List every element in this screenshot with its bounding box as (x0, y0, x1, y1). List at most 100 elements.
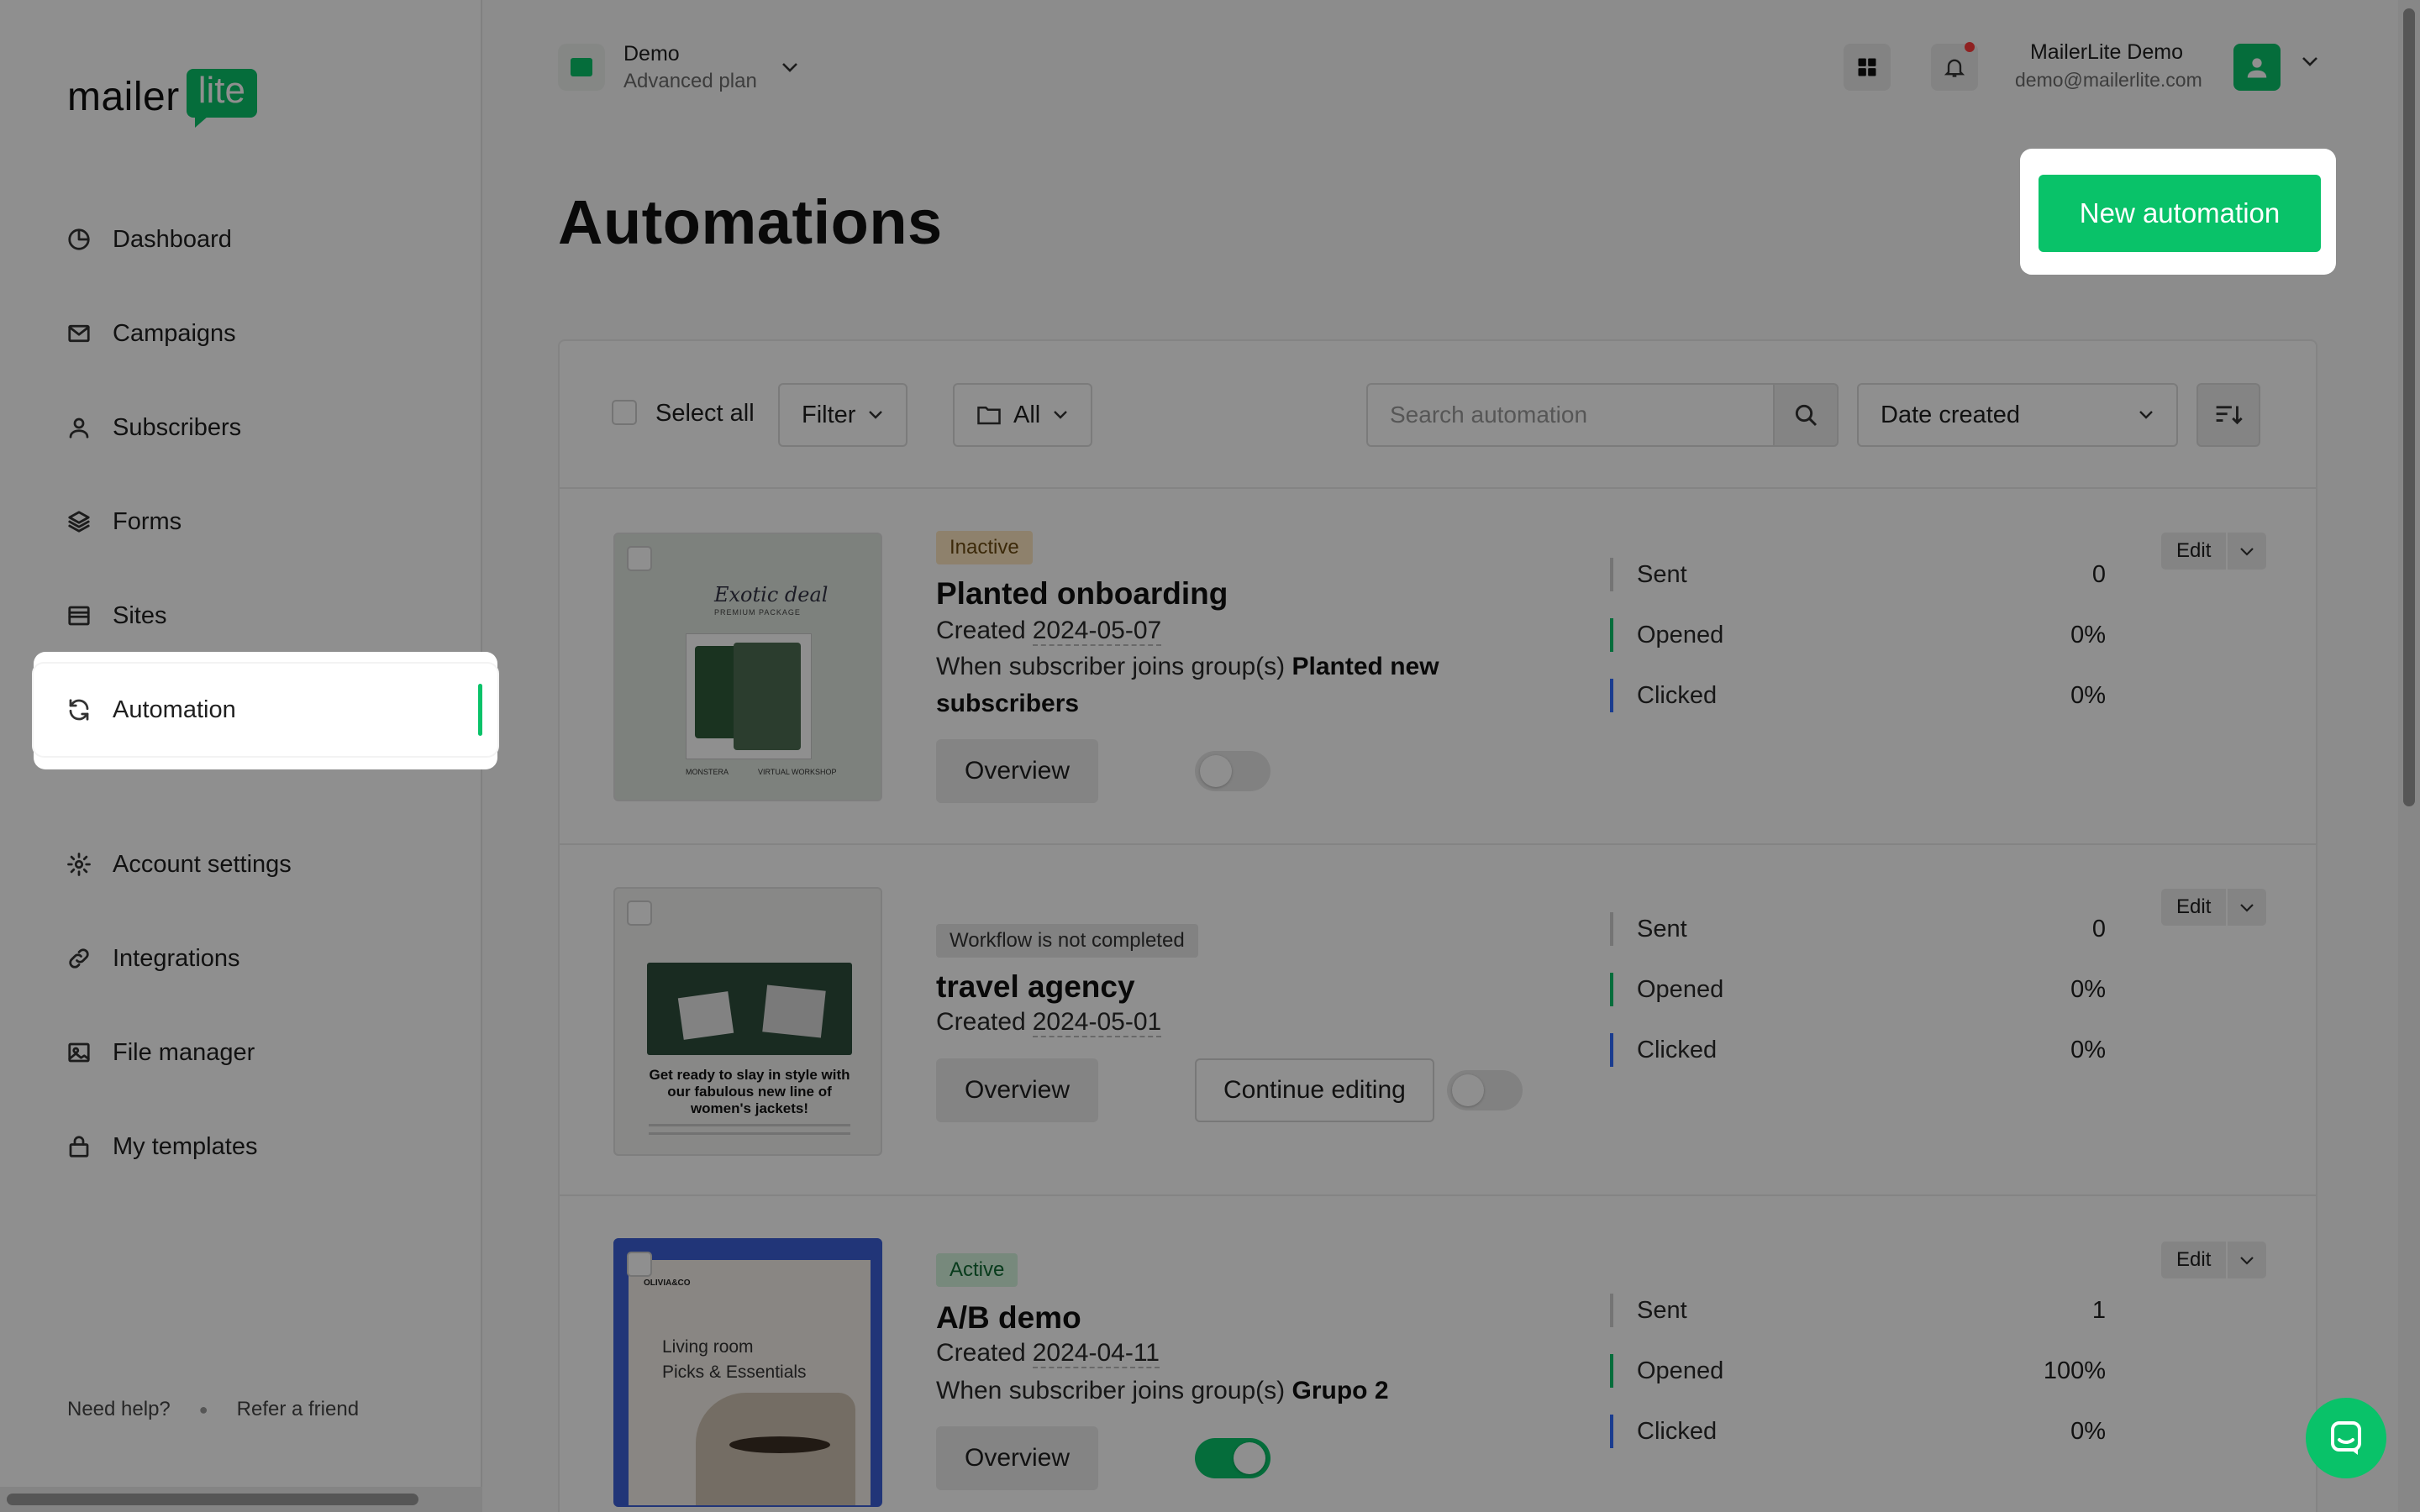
horizontal-scrollbar[interactable] (0, 1487, 482, 1512)
automation-title[interactable]: A/B demo (936, 1300, 1081, 1336)
trigger-description: When subscriber joins group(s) Grupo 2 (936, 1377, 1389, 1404)
edit-button[interactable]: Edit (2161, 533, 2227, 570)
chevron-down-icon[interactable] (2301, 55, 2319, 67)
thumb-banner (647, 963, 852, 1055)
row-checkbox[interactable] (627, 546, 652, 571)
chevron-down-icon (1054, 411, 1068, 419)
edit-menu-button[interactable] (2228, 1242, 2267, 1278)
row-checkbox[interactable] (627, 900, 652, 926)
search-button[interactable] (1773, 383, 1839, 447)
folder-icon (977, 407, 1001, 425)
automation-thumbnail[interactable]: Exotic deal PREMIUM PACKAGE MONSTERA VIR… (613, 533, 882, 801)
chevron-down-icon (2240, 547, 2254, 556)
automations-panel: Select all Filter All Date created (558, 339, 2317, 1512)
thumb-card: OLIVIA&CO Living room Picks & Essentials (629, 1260, 871, 1505)
sidebar-item-automation-highlighted[interactable]: Automation (34, 664, 497, 756)
browser-icon (66, 602, 92, 629)
logo-word: mailer (67, 75, 180, 119)
user-menu[interactable]: MailerLite Demo demo@mailerlite.com (2015, 39, 2202, 93)
edit-button-group: Edit (2161, 889, 2267, 926)
new-automation-button[interactable]: New automation (2039, 175, 2321, 252)
sidebar-item-label: Integrations (113, 944, 240, 972)
image-icon (66, 1039, 92, 1066)
edit-button-group: Edit (2161, 1242, 2267, 1278)
sidebar-item-label: File manager (113, 1038, 255, 1066)
account-switcher[interactable]: Demo Advanced plan (558, 40, 799, 94)
continue-editing-button[interactable]: Continue editing (1195, 1058, 1434, 1122)
status-badge: Workflow is not completed (936, 924, 1198, 958)
automation-thumbnail[interactable]: Get ready to slay in style with our fabu… (613, 887, 882, 1156)
sidebar-item-forms[interactable]: Forms (34, 475, 497, 568)
sidebar-item-sites[interactable]: Sites (34, 570, 497, 662)
apps-grid-button[interactable] (1844, 44, 1891, 91)
link-icon (66, 945, 92, 972)
page-title: Automations (558, 187, 943, 257)
sidebar-item-my-templates[interactable]: My templates (34, 1100, 497, 1193)
refresh-icon (66, 696, 92, 723)
automation-title[interactable]: Planted onboarding (936, 576, 1228, 612)
envelope-icon (66, 320, 92, 347)
stat-sent: Sent 0 (1610, 558, 2106, 591)
sidebar-item-label: Campaigns (113, 319, 236, 347)
chevron-down-icon (781, 62, 797, 72)
logo-badge: lite (186, 69, 257, 128)
automation-toggle[interactable] (1195, 1438, 1270, 1478)
sidebar-item-subscribers[interactable]: Subscribers (34, 381, 497, 474)
edit-menu-button[interactable] (2228, 533, 2267, 570)
sidebar-item-file-manager[interactable]: File manager (34, 1006, 497, 1099)
account-flag-icon (558, 43, 605, 91)
trigger-description: When subscriber joins group(s) Planted n… (936, 653, 1439, 717)
vertical-scrollbar[interactable] (2398, 0, 2420, 1512)
edit-button[interactable]: Edit (2161, 1242, 2227, 1278)
status-badge: Inactive (936, 531, 1033, 564)
edit-button-group: Edit (2161, 533, 2267, 570)
chat-launcher[interactable] (2306, 1398, 2386, 1478)
avatar[interactable] (2233, 44, 2281, 91)
account-plan: Advanced plan (623, 69, 757, 92)
refer-friend-link[interactable]: Refer a friend (237, 1398, 359, 1421)
automation-toggle[interactable] (1195, 751, 1270, 791)
filter-button[interactable]: Filter (778, 383, 908, 447)
gear-icon (66, 851, 92, 878)
lock-icon (66, 1133, 92, 1160)
notification-dot (1965, 42, 1975, 52)
sidebar-item-account-settings[interactable]: Account settings (34, 818, 497, 911)
folder-button[interactable]: All (953, 383, 1093, 447)
sidebar-item-campaigns[interactable]: Campaigns (34, 287, 497, 380)
sort-select[interactable]: Date created (1857, 383, 2178, 447)
stat-clicked: Clicked 0% (1610, 1033, 2106, 1067)
select-all-checkbox[interactable] (612, 400, 637, 425)
vertical-scrollbar-thumb[interactable] (2403, 8, 2415, 806)
horizontal-scrollbar-thumb[interactable] (7, 1494, 418, 1505)
overview-button[interactable]: Overview (936, 1426, 1099, 1490)
created-date: Created 2024-04-11 (936, 1339, 1160, 1368)
list-toolbar: Select all Filter All Date created (560, 341, 2316, 489)
mailerlite-logo[interactable]: mailer lite (67, 69, 257, 128)
automation-thumbnail[interactable]: OLIVIA&CO Living room Picks & Essentials (613, 1238, 882, 1507)
row-checkbox[interactable] (627, 1252, 652, 1277)
sort-direction-button[interactable] (2196, 383, 2260, 447)
chevron-down-icon (2240, 1256, 2254, 1265)
sidebar-item-integrations[interactable]: Integrations (34, 912, 497, 1005)
apps-grid-icon (1858, 58, 1876, 76)
automation-toggle[interactable] (1447, 1070, 1523, 1110)
created-date: Created 2024-05-01 (936, 1008, 1162, 1037)
automation-row: Exotic deal PREMIUM PACKAGE MONSTERA VIR… (560, 489, 2316, 845)
overview-button[interactable]: Overview (936, 739, 1099, 803)
automation-row: Get ready to slay in style with our fabu… (560, 845, 2316, 1196)
thumb-headline: Get ready to slay in style with our fabu… (649, 1067, 850, 1116)
sidebar-footer: Need help? ● Refer a friend (67, 1398, 359, 1421)
select-all-label[interactable]: Select all (655, 400, 755, 428)
search-input[interactable] (1366, 383, 1775, 447)
automation-title[interactable]: travel agency (936, 969, 1135, 1005)
sidebar-item-dashboard[interactable]: Dashboard (34, 193, 497, 286)
sidebar-item-label: Automation (113, 696, 236, 723)
sidebar-item-label: Sites (113, 601, 167, 629)
notifications-button[interactable] (1931, 42, 1978, 91)
edit-button[interactable]: Edit (2161, 889, 2227, 926)
thumb-tag-2: VIRTUAL WORKSHOP (758, 768, 837, 776)
edit-menu-button[interactable] (2228, 889, 2267, 926)
automation-row: OLIVIA&CO Living room Picks & Essentials… (560, 1196, 2316, 1512)
need-help-link[interactable]: Need help? (67, 1398, 171, 1421)
overview-button[interactable]: Overview (936, 1058, 1099, 1122)
